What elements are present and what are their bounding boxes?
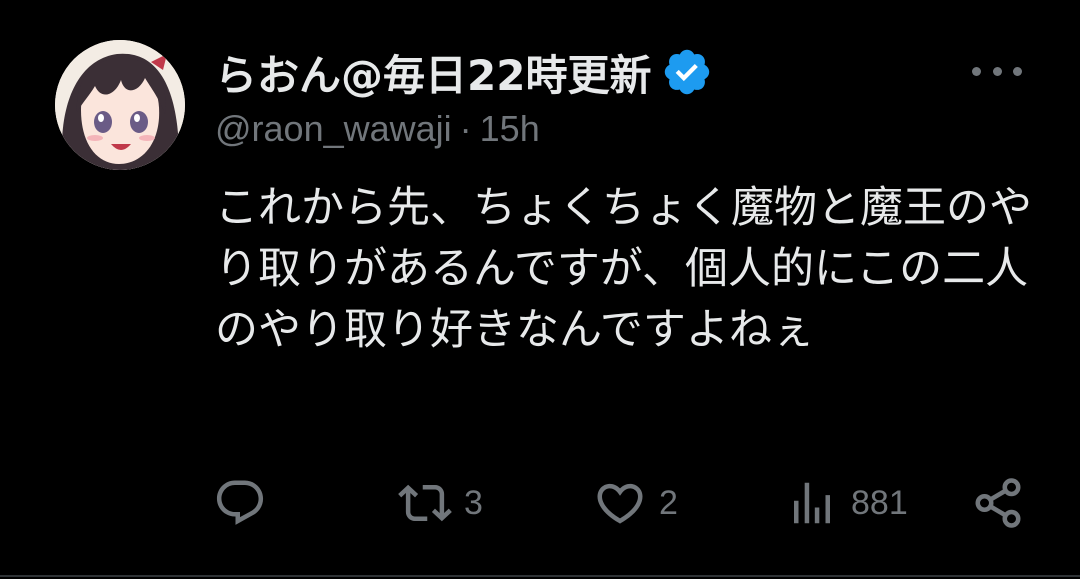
- like-button[interactable]: 2: [593, 475, 678, 531]
- more-dot: [992, 66, 1002, 76]
- views-icon: [785, 476, 839, 530]
- views-button[interactable]: 881: [785, 475, 908, 531]
- separator: ·: [459, 108, 472, 149]
- display-name[interactable]: らおん@毎日22時更新: [215, 42, 651, 103]
- divider: [0, 575, 1080, 577]
- share-button[interactable]: [971, 475, 1025, 531]
- reply-button[interactable]: [213, 475, 279, 531]
- reply-icon: [213, 476, 267, 530]
- verified-badge-icon[interactable]: [661, 46, 713, 98]
- handle-row: @raon_wawaji · 15h: [215, 108, 540, 150]
- more-options-button[interactable]: [972, 56, 1022, 86]
- handle[interactable]: @raon_wawaji: [215, 108, 452, 149]
- like-count: 2: [659, 483, 678, 522]
- retweet-icon: [398, 476, 452, 530]
- more-dot: [1013, 66, 1022, 76]
- views-count: 881: [851, 483, 908, 522]
- anime-girl-avatar-icon: [55, 40, 185, 170]
- retweet-button[interactable]: 3: [398, 475, 483, 531]
- share-icon: [971, 476, 1025, 530]
- tweet-text: これから先、ちょくちょく魔物と魔王のやり取りがあるんですが、個人的にこの二人のや…: [215, 183, 1032, 355]
- author-name-row: らおん@毎日22時更新: [215, 42, 713, 102]
- more-dot: [972, 66, 981, 76]
- avatar[interactable]: [55, 40, 185, 170]
- action-bar: 3 2 881: [213, 475, 1028, 531]
- heart-icon: [593, 476, 647, 530]
- timestamp[interactable]: 15h: [480, 108, 540, 149]
- retweet-count: 3: [464, 483, 483, 522]
